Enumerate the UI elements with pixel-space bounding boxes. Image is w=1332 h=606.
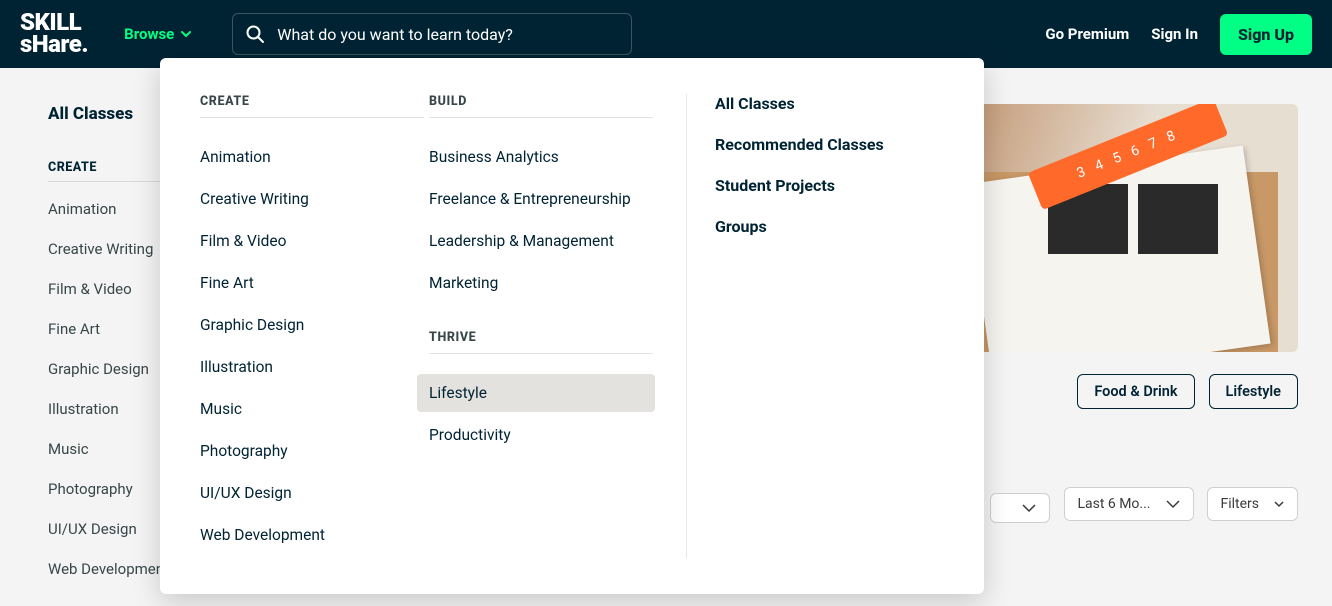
mega-right-recommended[interactable]: Recommended Classes — [715, 135, 944, 154]
search-input[interactable] — [277, 25, 619, 44]
mega-item[interactable]: Illustration — [188, 348, 426, 386]
mega-item[interactable]: Leadership & Management — [417, 222, 655, 260]
filter-filters-label: Filters — [1220, 496, 1259, 512]
logo-line2: sHare. — [20, 34, 88, 56]
mega-item[interactable]: Music — [188, 390, 426, 428]
filter-dropdown[interactable] — [990, 493, 1050, 523]
chevron-down-icon — [1273, 498, 1285, 510]
chevron-down-icon — [1021, 502, 1037, 514]
sign-up-button[interactable]: Sign Up — [1220, 14, 1312, 55]
mega-item[interactable]: Business Analytics — [417, 138, 655, 176]
mega-item-lifestyle[interactable]: Lifestyle — [417, 374, 655, 412]
chevron-down-icon — [180, 28, 192, 40]
browse-menu[interactable]: Browse — [124, 25, 192, 43]
mega-thrive-head: THRIVE — [429, 330, 653, 354]
mega-build-head: BUILD — [429, 94, 653, 118]
mega-col-build-thrive: BUILD Business Analytics Freelance & Ent… — [429, 94, 658, 558]
mega-item[interactable]: Freelance & Entrepreneurship — [417, 180, 655, 218]
filter-period-label: Last 6 Mo... — [1077, 496, 1150, 512]
mega-item[interactable]: UI/UX Design — [188, 474, 426, 512]
mega-item[interactable]: Productivity — [417, 416, 655, 454]
mega-item[interactable]: Marketing — [417, 264, 655, 302]
logo[interactable]: SKILL sHare. — [20, 12, 88, 55]
mega-col-create: CREATE Animation Creative Writing Film &… — [200, 94, 429, 558]
sign-in-link[interactable]: Sign In — [1151, 25, 1198, 43]
mega-item[interactable]: Graphic Design — [188, 306, 426, 344]
mega-right-groups[interactable]: Groups — [715, 217, 944, 236]
chevron-down-icon — [1165, 498, 1181, 510]
mega-right-student-projects[interactable]: Student Projects — [715, 176, 944, 195]
mega-divider — [686, 94, 687, 558]
hero-photo — [1138, 184, 1218, 254]
search-icon — [245, 24, 265, 44]
browse-label: Browse — [124, 25, 174, 43]
mega-item[interactable]: Film & Video — [188, 222, 426, 260]
filter-filters[interactable]: Filters — [1207, 487, 1298, 521]
mega-right-all-classes[interactable]: All Classes — [715, 94, 944, 113]
tag-food-drink[interactable]: Food & Drink — [1077, 374, 1194, 409]
sidebar-create-head: CREATE — [48, 160, 178, 182]
mega-item[interactable]: Animation — [188, 138, 426, 176]
mega-col-right: All Classes Recommended Classes Student … — [715, 94, 944, 558]
tag-lifestyle[interactable]: Lifestyle — [1209, 374, 1299, 409]
go-premium-link[interactable]: Go Premium — [1045, 25, 1129, 43]
mega-item[interactable]: Web Development — [188, 516, 426, 554]
mega-create-head: CREATE — [200, 94, 424, 118]
browse-mega-menu: CREATE Animation Creative Writing Film &… — [160, 58, 984, 594]
mega-item[interactable]: Photography — [188, 432, 426, 470]
search-box[interactable] — [232, 13, 632, 55]
mega-item[interactable]: Creative Writing — [188, 180, 426, 218]
filter-period[interactable]: Last 6 Mo... — [1064, 487, 1193, 521]
mega-item[interactable]: Fine Art — [188, 264, 426, 302]
